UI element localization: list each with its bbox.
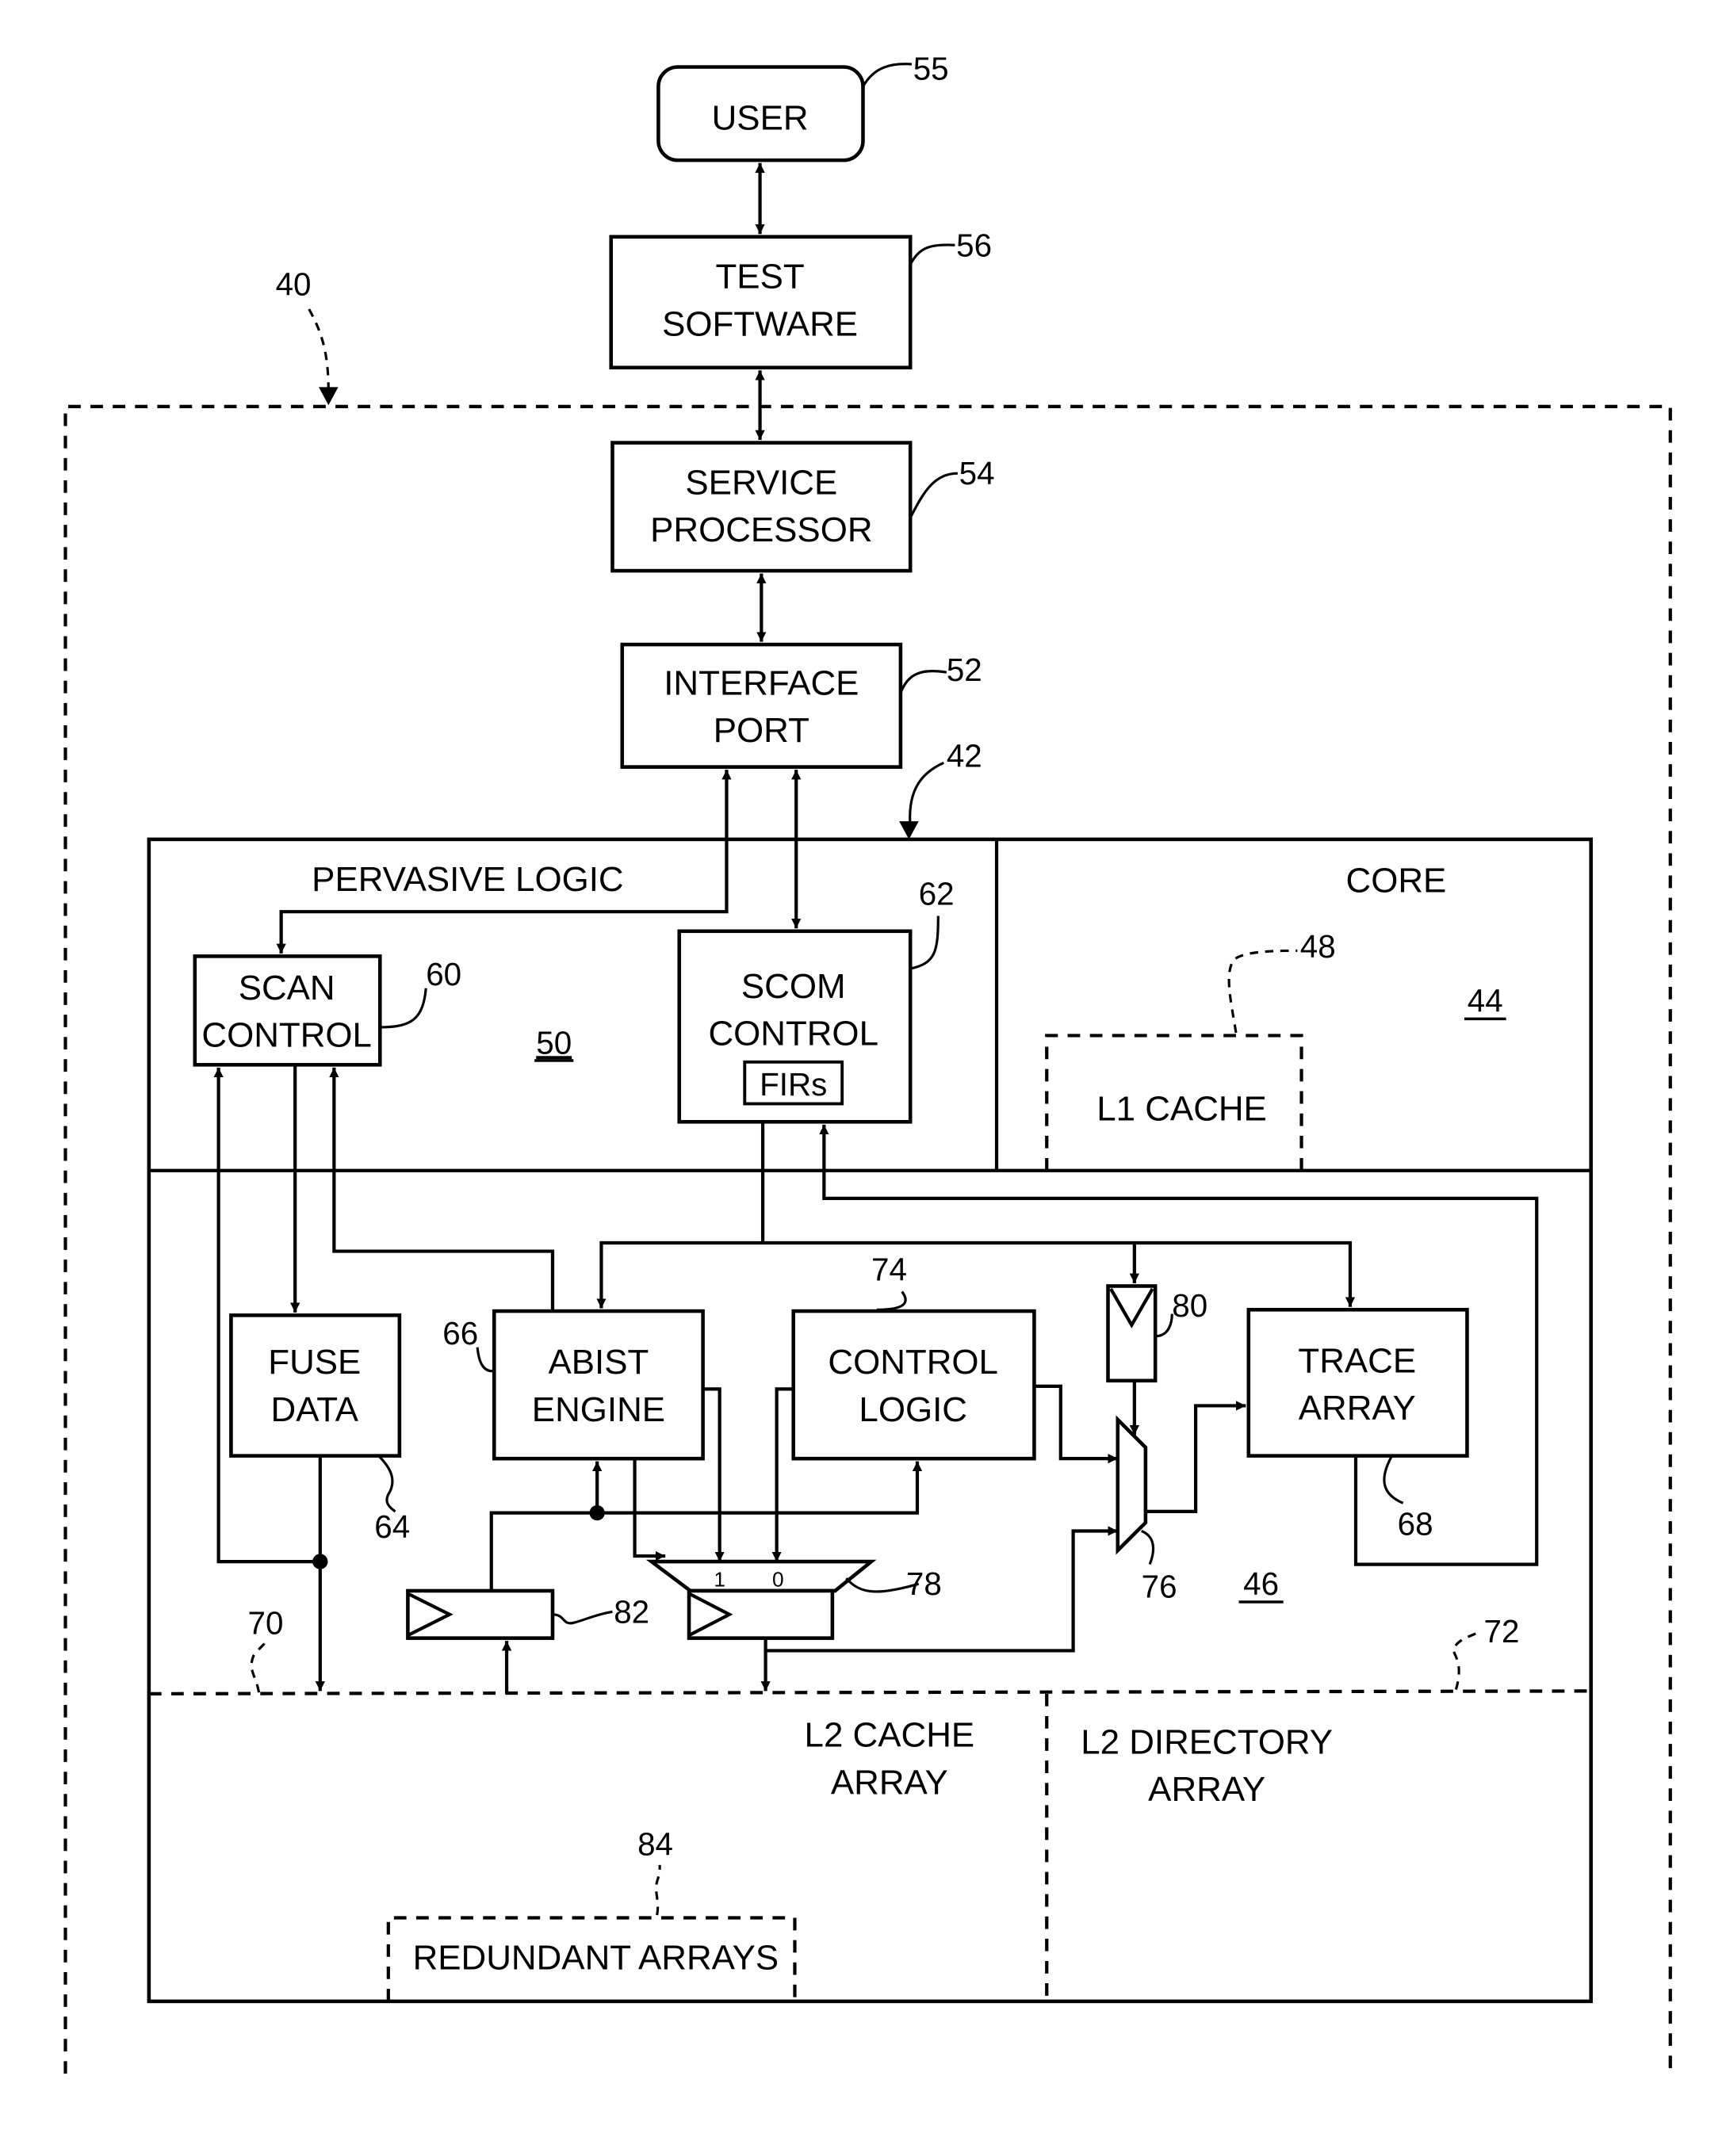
ref-56: 56 [956,227,992,263]
junction-dot [589,1504,605,1521]
ref-54: 54 [959,455,995,491]
ref-80: 80 [1172,1287,1207,1324]
scom-control-line1: SCOM [741,967,846,1006]
ref-52: 52 [947,652,982,688]
scom-control-line2: CONTROL [708,1015,878,1053]
redundant-arrays-label: REDUNDANT ARRAYS [413,1938,779,1977]
l2-directory-array-line2: ARRAY [1148,1770,1265,1809]
l1-cache-label: L1 CACHE [1096,1090,1267,1129]
ref-76: 76 [1142,1569,1177,1605]
service-processor-line1: SERVICE [685,464,837,503]
ref-66: 66 [442,1315,478,1351]
scan-control-line2: CONTROL [201,1015,372,1054]
ref-55: 55 [913,50,949,86]
trace-array-block[interactable]: TRACE ARRAY 68 [1246,1308,1469,1542]
service-processor-block[interactable]: SERVICE PROCESSOR 54 [610,441,995,573]
ref-40-arrow-icon [319,387,339,406]
ref-42: 42 [947,738,982,774]
trace-array-line1: TRACE [1298,1341,1416,1380]
mux76-trace-link [1145,1401,1246,1513]
scom-bus [596,1240,1356,1309]
mux-latch-78[interactable]: 1 0 78 [645,1559,942,1640]
ref-50: 50 [536,1024,572,1061]
fuse-data-line2: DATA [271,1390,359,1429]
l1-cache-block[interactable]: L1 CACHE 48 [1045,928,1336,1171]
l2-directory-array-block[interactable]: L2 DIRECTORY ARRAY [1081,1722,1333,1809]
scan-control-block[interactable]: SCAN CONTROL 60 [193,954,461,1067]
redundant-arrays-block[interactable]: REDUNDANT ARRAYS 84 [386,1826,797,2001]
trace-array-line2: ARRAY [1299,1389,1416,1428]
user-block[interactable]: USER 55 [656,50,949,162]
interface-port-block[interactable]: INTERFACE PORT 52 [620,642,982,769]
test-software-block[interactable]: TEST SOFTWARE 56 [609,227,992,370]
ref-70: 70 [248,1604,284,1641]
control-mux-in0-link [771,1387,794,1562]
ref-46: 46 [1243,1565,1279,1602]
ref-68: 68 [1398,1506,1433,1542]
ref-74: 74 [871,1251,907,1287]
control-mux76-link [1034,1384,1118,1464]
control-logic-block[interactable]: CONTROL LOGIC 74 [791,1251,1036,1461]
ref-62: 62 [919,875,955,912]
core-label: CORE [1346,862,1447,900]
l2-directory-array-line1: L2 DIRECTORY [1081,1722,1333,1761]
firs-label: FIRs [760,1066,827,1103]
latch-80[interactable]: 80 [1106,1284,1207,1383]
l2-cache-array-line2: ARRAY [831,1763,948,1802]
abist-engine-block[interactable]: ABIST ENGINE 66 [442,1309,705,1461]
ref-44: 44 [1468,983,1503,1019]
fuse-data-line1: FUSE [268,1343,361,1382]
control-logic-line2: LOGIC [859,1390,967,1429]
abist-engine-line2: ENGINE [532,1390,665,1429]
ref-60: 60 [426,956,461,992]
l2-cache-array-line1: L2 CACHE [805,1716,975,1755]
ref-64: 64 [374,1508,410,1545]
abist-mux-in1-link [702,1387,725,1562]
pervasive-logic-label: PERVASIVE LOGIC [312,860,623,899]
mux78-input-1-label: 1 [714,1568,725,1592]
l2-cache-array-block[interactable]: L2 CACHE ARRAY [805,1716,975,1802]
patent-figure: 40 USER 55 TEST SOFTWARE 56 SERVICE PROC… [63,50,1672,2074]
interface-port-line2: PORT [714,711,809,750]
scan-control-line1: SCAN [239,969,335,1007]
ref-42-arrow-icon [899,821,919,839]
test-software-line1: TEST [716,258,805,296]
latch-82[interactable]: 82 [406,1588,649,1640]
ref-78: 78 [906,1565,942,1602]
service-processor-line2: PROCESSOR [650,510,872,549]
ref-48: 48 [1300,928,1336,965]
interface-port-line1: INTERFACE [664,663,859,702]
ref-84: 84 [637,1826,673,1863]
control-logic-line1: CONTROL [828,1343,998,1382]
l2-boundary: 70 72 [148,1604,1591,2001]
abist-mux-select-link [633,1458,666,1562]
ref-72: 72 [1484,1613,1520,1649]
abist-scan-link [329,1067,555,1312]
user-label: USER [712,99,809,138]
test-software-line2: SOFTWARE [662,304,858,343]
core-region: CORE 44 [1346,862,1506,1021]
ref-40: 40 [276,266,312,302]
junction-dot [312,1554,328,1569]
ref-82: 82 [614,1593,649,1630]
abist-engine-line1: ABIST [549,1343,649,1382]
mux78-input-0-label: 0 [772,1568,784,1592]
